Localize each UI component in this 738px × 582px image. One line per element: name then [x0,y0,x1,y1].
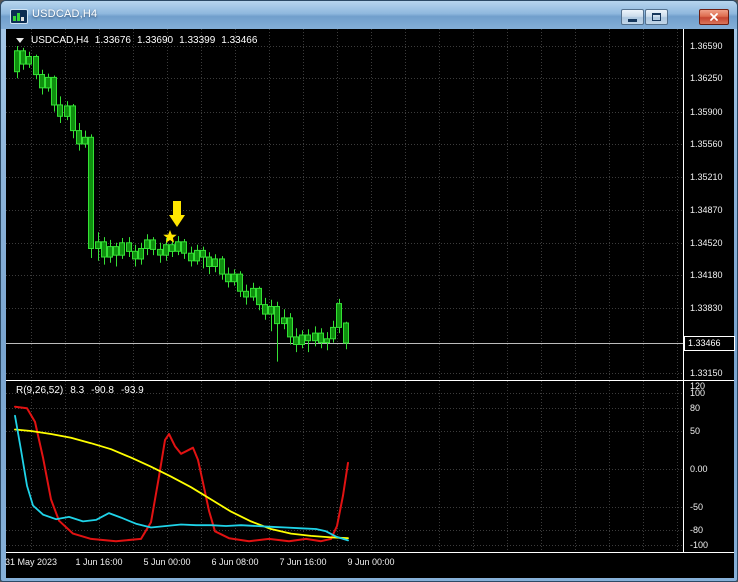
down-arrow-marker [169,201,185,227]
chart-indicator-separator[interactable] [6,380,734,381]
price-axis-label: 1.36590 [690,41,723,51]
time-axis-label: 9 Jun 00:00 [347,557,395,567]
chart-client-area: USDCAD,H4 1.33676 1.33690 1.33399 1.3346… [4,29,735,578]
ohlc-close: 1.33466 [221,35,258,46]
indicator-label: R(9,26,52) 8.3 -90.8 -93.9 [16,385,144,396]
indicator-scale[interactable]: 120 100 80 50 0.00 -50 -80 -100 [684,381,734,552]
ohlc-high: 1.33690 [136,35,174,46]
price-axis-label: 1.35560 [690,139,723,149]
price-axis-label: 1.36250 [690,73,723,83]
price-axis-label: 1.34870 [690,205,723,215]
indicator-axis-label: 0.00 [690,464,708,474]
indicator-slow-line [14,414,349,542]
indicator-fast-line [14,405,349,543]
time-axis[interactable]: 31 May 2023 1 Jun 16:00 5 Jun 00:00 6 Jun 0… [4,553,734,578]
time-axis-label: 7 Jun 16:00 [279,557,327,567]
indicator-value-3: -93.9 [120,385,144,396]
indicator-axis-label: 80 [690,403,701,413]
indicator-mid-line [14,428,349,540]
price-axis-label: 1.34180 [690,270,723,280]
time-axis-label: 31 May 2023 [4,557,58,567]
indicator-axis-label: 100 [690,388,706,398]
time-axis-label: 6 Jun 08:00 [211,557,259,567]
ohlc-open: 1.33676 [94,35,131,46]
indicator-axis-label: -100 [690,540,709,550]
indicator-axis-label: -80 [690,525,704,535]
close-icon [710,13,718,21]
symbol-dropdown-icon[interactable] [16,38,24,43]
minimize-icon [628,19,637,22]
ohlc-low: 1.33399 [179,35,216,46]
price-axis-label: 1.33150 [690,368,723,378]
price-axis-label: 1.33830 [690,303,723,313]
indicator-axis-label: -50 [690,502,704,512]
price-axis-label: 1.34520 [690,238,723,248]
chart-app-icon [10,9,28,24]
maximize-button[interactable] [645,9,668,25]
price-axis-label: 1.35900 [690,107,723,117]
indicator-name: R(9,26,52) [16,385,64,396]
price-axis-label: 1.35210 [690,172,723,182]
close-button[interactable] [699,9,729,25]
chart-ohlc-header: USDCAD,H4 1.33676 1.33690 1.33399 1.3346… [16,35,257,46]
indicator-canvas[interactable] [6,381,683,552]
price-chart-canvas[interactable] [6,29,683,380]
time-axis-label: 1 Jun 16:00 [75,557,123,567]
indicator-axis-label: 50 [690,426,701,436]
current-price-tag: 1.33466 [684,336,735,351]
indicator-value-1: 8.3 [70,385,85,396]
chart-symbol-label: USDCAD,H4 [31,35,89,46]
window-title: USDCAD,H4 [32,8,98,20]
window-titlebar[interactable]: USDCAD,H4 [1,1,737,29]
star-marker [163,230,177,243]
maximize-icon [652,13,661,21]
time-axis-label: 5 Jun 00:00 [143,557,191,567]
minimize-button[interactable] [621,9,644,25]
indicator-value-2: -90.8 [91,385,114,396]
terminal-window: USDCAD,H4 USDCAD,H4 1.33676 1.33690 1.33… [0,0,738,582]
